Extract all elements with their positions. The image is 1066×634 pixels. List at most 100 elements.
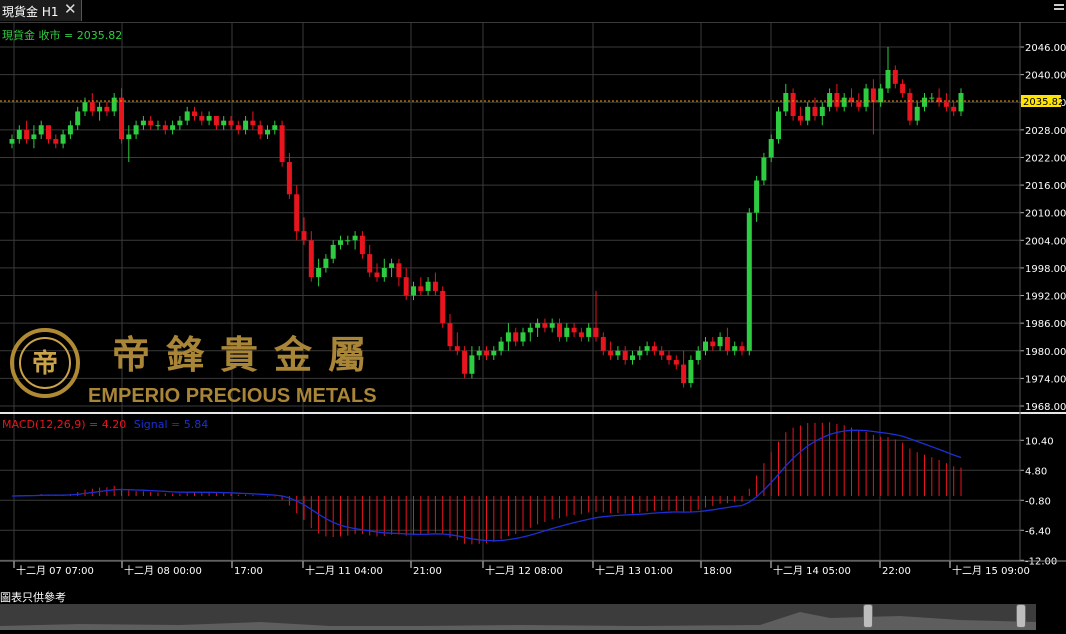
tab-label: 現貨金 H1	[2, 5, 59, 19]
candle-body	[717, 336, 723, 347]
price-tick-label: 1998.00	[1025, 264, 1066, 275]
candle-body	[710, 341, 716, 347]
candle-body	[294, 194, 300, 232]
candle-body	[549, 323, 555, 328]
candle-body	[914, 106, 920, 121]
candle-body	[943, 102, 949, 107]
time-label: 十二月 11 04:00	[305, 564, 383, 577]
candle-body	[936, 97, 942, 103]
candle-body	[213, 116, 219, 126]
chart-tab[interactable]: 現貨金 H1 ✕	[0, 0, 82, 21]
candle-body	[586, 327, 592, 337]
candle-body	[724, 336, 730, 351]
candle-body	[571, 327, 577, 333]
candle-body	[60, 134, 66, 144]
close-icon[interactable]: ✕	[64, 0, 77, 18]
price-tick-label: 2046.00	[1025, 43, 1066, 54]
time-label: 十二月 13 01:00	[595, 564, 673, 577]
navigator-right-handle[interactable]	[1016, 604, 1026, 628]
time-label: 18:00	[703, 566, 732, 577]
candle-body	[593, 327, 599, 337]
candle-body	[67, 125, 73, 135]
macd-label: MACD(12,26,9) = 4.20 Signal = 5.84	[2, 418, 208, 431]
candle-body	[929, 97, 935, 99]
time-label: 十二月 15 09:00	[952, 564, 1030, 577]
last-price-value: 2035.82	[1023, 97, 1064, 108]
candle-body	[206, 116, 212, 121]
candle-body	[133, 125, 139, 135]
candle-body	[673, 359, 679, 365]
price-tick-label: 2040.00	[1025, 71, 1066, 82]
candle-body	[768, 139, 774, 158]
macd-tick-label: -6.40	[1025, 526, 1051, 537]
candle-body	[790, 93, 796, 117]
candle-body	[783, 93, 789, 112]
candle-body	[111, 97, 117, 112]
svg-text:帝: 帝	[32, 348, 58, 379]
candle-body	[418, 286, 424, 291]
macd-tick-label: 4.80	[1025, 466, 1047, 477]
candle-body	[411, 286, 416, 296]
time-label: 十二月 12 08:00	[485, 564, 563, 577]
price-tick-label: 1992.00	[1025, 292, 1066, 303]
candle-body	[797, 116, 803, 121]
candle-body	[513, 332, 519, 342]
macd-tick-label: 10.40	[1025, 436, 1054, 447]
candle-body	[644, 346, 650, 351]
candle-body	[454, 346, 460, 351]
candle-body	[316, 267, 322, 278]
macd-grid	[0, 439, 1020, 561]
candle-body	[819, 106, 825, 117]
candle-body	[286, 162, 292, 195]
price-tick-label: 2004.00	[1025, 236, 1066, 247]
menu-icon[interactable]	[1054, 4, 1064, 16]
candle-body	[761, 157, 767, 181]
candle-body	[359, 235, 365, 255]
candle-body	[279, 125, 285, 163]
candle-body	[732, 346, 738, 351]
candle-body	[870, 88, 876, 103]
candle-body	[476, 350, 482, 356]
candle-body	[16, 129, 22, 140]
candle-body	[922, 97, 927, 107]
candle-body	[440, 290, 446, 324]
price-chart[interactable]: 帝 帝鋒貴金屬 EMPERIO PRECIOUS METALS 2046.00 2…	[0, 22, 1066, 590]
chart-window-titlebar: 現貨金 H1 ✕	[0, 0, 1066, 23]
candle-body	[447, 323, 453, 347]
candle-body	[637, 350, 643, 356]
candle-body	[235, 125, 241, 130]
candle-body	[170, 125, 176, 130]
candle-body	[396, 263, 402, 278]
signal-value: Signal = 5.84	[134, 418, 209, 431]
price-tick-label: 1986.00	[1025, 319, 1066, 330]
candle-body	[155, 125, 161, 127]
candle-body	[681, 364, 687, 383]
candle-body	[462, 350, 468, 374]
candle-body	[557, 323, 562, 337]
candle-body	[535, 323, 541, 328]
candle-body	[140, 120, 146, 126]
candle-body	[228, 120, 234, 126]
candle-body	[432, 281, 438, 291]
candle-body	[177, 120, 183, 126]
navigator-left-handle[interactable]	[863, 604, 873, 628]
candle-body	[484, 350, 489, 356]
chart-navigator[interactable]	[0, 604, 1036, 630]
candle-body	[250, 120, 256, 126]
candle-body	[53, 139, 59, 144]
candle-body	[841, 97, 847, 107]
candle-body	[578, 332, 584, 337]
candle-body	[542, 323, 548, 328]
candle-body	[31, 134, 37, 140]
candle-body	[243, 120, 249, 130]
candle-body	[381, 267, 387, 278]
candle-body	[126, 134, 132, 140]
candle-body	[389, 263, 395, 268]
candle-body	[498, 341, 504, 351]
candle-body	[425, 281, 431, 291]
candle-body	[776, 111, 781, 140]
candle-body	[367, 254, 373, 273]
macd-tick-label: -0.80	[1025, 496, 1051, 507]
price-tick-label: 2028.00	[1025, 126, 1066, 137]
price-tick-label: 2010.00	[1025, 209, 1066, 220]
